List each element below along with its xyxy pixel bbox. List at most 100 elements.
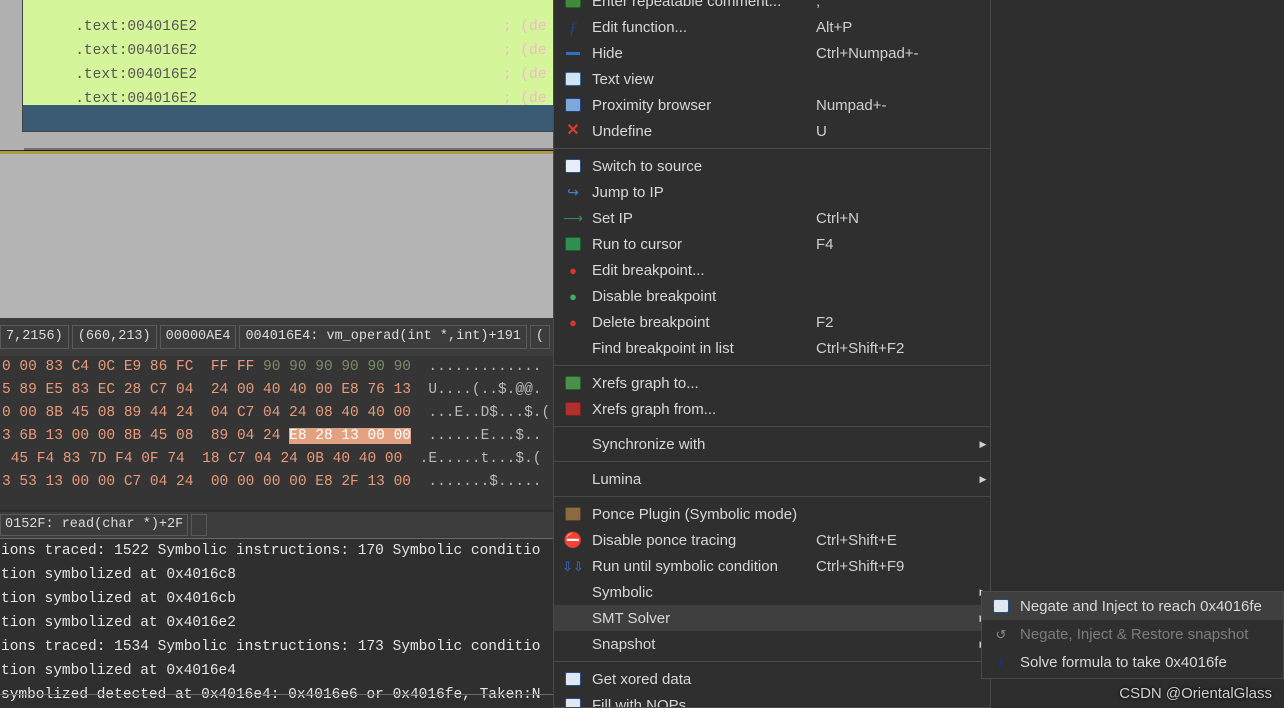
menu-item-snapshot[interactable]: Snapshot▶ — [554, 631, 990, 657]
edit-breakpoint-icon: ● — [569, 262, 577, 278]
status-symbol: 004016E4: vm_operad(int *,int)+191 — [239, 325, 527, 349]
menu-separator — [554, 496, 990, 497]
menu-item-label: Disable ponce tracing — [592, 531, 737, 549]
menu-item-shortcut: Ctrl+N — [816, 209, 859, 227]
menu-item-set-ip[interactable]: ⟶ Set IP Ctrl+N — [554, 205, 990, 231]
menu-item-jump-to-ip[interactable]: ↪ Jump to IP — [554, 179, 990, 205]
menu-item-get-xored-data[interactable]: Get xored data — [554, 666, 990, 692]
disassembly-line[interactable]: .text:004016E2; (de — [23, 0, 562, 35]
disassembly-pane[interactable]: .text:004016E2; (de .text:004016E2; (de … — [0, 0, 563, 150]
xrefs-graph-to-icon — [562, 374, 584, 392]
menu-item-lumina[interactable]: Lumina ▶ — [554, 466, 990, 492]
menu-item-run-to-cursor[interactable]: Run to cursor F4 — [554, 231, 990, 257]
no-icon — [562, 470, 584, 488]
menu-item-edit-function[interactable]: ƒ Edit function... Alt+P — [554, 14, 990, 40]
menu-item-label: Jump to IP — [592, 183, 664, 201]
menu-item-shortcut: Ctrl+Shift+F2 — [816, 339, 905, 357]
menu-item-shortcut: U — [816, 122, 827, 140]
menu-item-undefine[interactable]: ✕ Undefine U — [554, 118, 990, 144]
hex-row[interactable]: 0 00 8B 45 08 89 44 24 04 C7 04 24 08 40… — [0, 402, 553, 425]
status-extra: ( — [529, 325, 551, 349]
menu-item-label: Snapshot — [592, 635, 656, 653]
menu-item-delete-breakpoint[interactable]: ● Delete breakpoint F2 — [554, 309, 990, 335]
hex-row[interactable]: 3 6B 13 00 00 8B 45 08 89 04 24 E8 28 13… — [0, 425, 553, 448]
output-divider — [0, 694, 553, 695]
menu-item-shortcut: Numpad+- — [816, 96, 887, 114]
output-log-pane[interactable]: ions traced: 1522 Symbolic instructions:… — [0, 538, 553, 708]
menu-item-symbolic[interactable]: Symbolic▶ — [554, 579, 990, 605]
hex-row[interactable]: 3 53 13 00 00 C7 04 24 00 00 00 00 E8 2F… — [0, 471, 553, 494]
fill-with-nops-icon — [562, 696, 584, 707]
menu-item-label: Fill with NOPs — [592, 696, 687, 708]
menu-item-xrefs-graph-from[interactable]: Xrefs graph from... — [554, 396, 990, 422]
menu-separator — [554, 365, 990, 366]
menu-item-smt-solver[interactable]: SMT Solver▶ — [554, 605, 990, 631]
context-menu[interactable]: Enter repeatable comment...; ƒ Edit functi… — [553, 0, 991, 708]
hex-highlighted-bytes[interactable]: E8 28 13 00 00 — [289, 428, 411, 444]
disassembly-listing[interactable]: .text:004016E2; (de .text:004016E2; (de … — [22, 0, 563, 132]
menu-item-find-breakpoint-in-list[interactable]: Find breakpoint in list Ctrl+Shift+F2 — [554, 335, 990, 361]
menu-item-label: Symbolic — [592, 583, 653, 601]
menu-item-run-until-symbolic-condition[interactable]: ⇩⇩ Run until symbolic condition Ctrl+Shift… — [554, 553, 990, 579]
menu-item-label: Hide — [592, 44, 623, 62]
smt-solver-submenu[interactable]: Negate and Inject to reach 0x4016fe ↺ Nega… — [981, 591, 1284, 679]
menu-item-label: Switch to source — [592, 157, 703, 175]
menu-item-edit-breakpoint[interactable]: ● Edit breakpoint... — [554, 257, 990, 283]
submenu-item-solve-formula-to-take-0x4016fe[interactable]: ƒ Solve formula to take 0x4016fe — [982, 648, 1283, 676]
undefine-icon: ✕ — [566, 122, 580, 139]
menu-item-proximity-browser[interactable]: Proximity browser Numpad+- — [554, 92, 990, 118]
menu-item-enter-repeatable-comment[interactable]: Enter repeatable comment...; — [554, 0, 990, 14]
submenu-arrow-icon: ▶ — [979, 473, 987, 484]
menu-item-xrefs-graph-to[interactable]: Xrefs graph to... — [554, 370, 990, 396]
hex-status-text: 0152F: read(char *)+2F — [0, 514, 189, 536]
menu-item-synchronize-with[interactable]: Synchronize with ▶ — [554, 431, 990, 457]
hex-dump-pane[interactable]: 0 00 83 C4 0C E9 86 FC FF FF 90 90 90 90… — [0, 356, 553, 510]
ponce-plugin-icon — [562, 505, 584, 523]
menu-item-label: Edit breakpoint... — [592, 261, 705, 279]
menu-item-disable-ponce-tracing[interactable]: ⛔ Disable ponce tracing Ctrl+Shift+E — [554, 527, 990, 553]
menu-item-text-view[interactable]: Text view — [554, 66, 990, 92]
run-to-cursor-icon — [562, 235, 584, 253]
menu-item-switch-to-source[interactable]: Switch to source — [554, 153, 990, 179]
menu-separator — [554, 461, 990, 462]
menu-item-hide[interactable]: Hide Ctrl+Numpad+- — [554, 40, 990, 66]
status-coords-screen: (660,213) — [71, 325, 157, 349]
menu-item-label: Undefine — [592, 122, 653, 140]
status-bar: 7,2156) (660,213) 00000AE4 004016E4: vm_… — [0, 318, 553, 356]
function-icon: ƒ — [568, 17, 578, 37]
submenu-item-negate-inject-restore-snapshot: ↺ Negate, Inject & Restore snapshot — [982, 620, 1283, 648]
disassembly-line[interactable]: .text:004016E2; (de — [23, 63, 562, 107]
output-log-line: tion symbolized at 0x4016c8 — [1, 567, 236, 583]
menu-item-fill-with-nops[interactable]: Fill with NOPs — [554, 692, 990, 708]
menu-item-label: Proximity browser — [592, 96, 712, 114]
empty-graph-panel[interactable] — [0, 151, 553, 318]
hex-bytes: 45 F4 83 7D F4 0F 74 18 C7 04 24 0B 40 4… — [2, 451, 403, 467]
negate-inject-icon — [990, 597, 1012, 615]
menu-item-shortcut: ; — [816, 0, 821, 10]
hex-row[interactable]: 45 F4 83 7D F4 0F 74 18 C7 04 24 0B 40 4… — [0, 448, 553, 471]
submenu-item-label: Negate, Inject & Restore snapshot — [1020, 625, 1249, 643]
hex-ascii: ...E..D$...$.( — [410, 405, 551, 421]
disassembly-selected-line[interactable]: .text:004016E4 jz short loc_4016FE ; 2 — [23, 105, 562, 131]
hex-row[interactable]: 5 89 E5 83 EC 28 C7 04 24 00 40 40 00 E8… — [0, 379, 553, 402]
jump-to-ip-icon: ↪ — [567, 184, 579, 200]
menu-item-label: Disable breakpoint — [592, 287, 717, 305]
no-icon — [562, 635, 584, 653]
submenu-item-negate-and-inject-to-reach-0x4016fe[interactable]: Negate and Inject to reach 0x4016fe — [982, 592, 1283, 620]
menu-item-shortcut: Ctrl+Numpad+- — [816, 44, 919, 62]
menu-item-shortcut: Alt+P — [816, 18, 853, 36]
menu-item-label: Ponce Plugin (Symbolic mode) — [592, 505, 798, 523]
hex-row[interactable]: 0 00 83 C4 0C E9 86 FC FF FF 90 90 90 90… — [0, 356, 553, 379]
hex-ascii: .E.....t...$.( — [402, 451, 542, 467]
menu-item-disable-breakpoint[interactable]: ● Disable breakpoint — [554, 283, 990, 309]
menu-item-shortcut: Ctrl+Shift+E — [816, 531, 897, 549]
submenu-item-label: Solve formula to take 0x4016fe — [1020, 653, 1227, 671]
menu-item-ponce-plugin-symbolic-mode[interactable]: Ponce Plugin (Symbolic mode) — [554, 501, 990, 527]
disassembly-line[interactable]: .text:004016E2; (de — [23, 15, 562, 59]
submenu-arrow-icon: ▶ — [979, 438, 987, 449]
disassembly-line[interactable]: .text:004016E2; (de — [23, 39, 562, 83]
menu-item-label: Xrefs graph to... — [592, 374, 699, 392]
no-icon — [562, 583, 584, 601]
no-icon — [562, 609, 584, 627]
set-ip-icon: ⟶ — [562, 210, 584, 226]
